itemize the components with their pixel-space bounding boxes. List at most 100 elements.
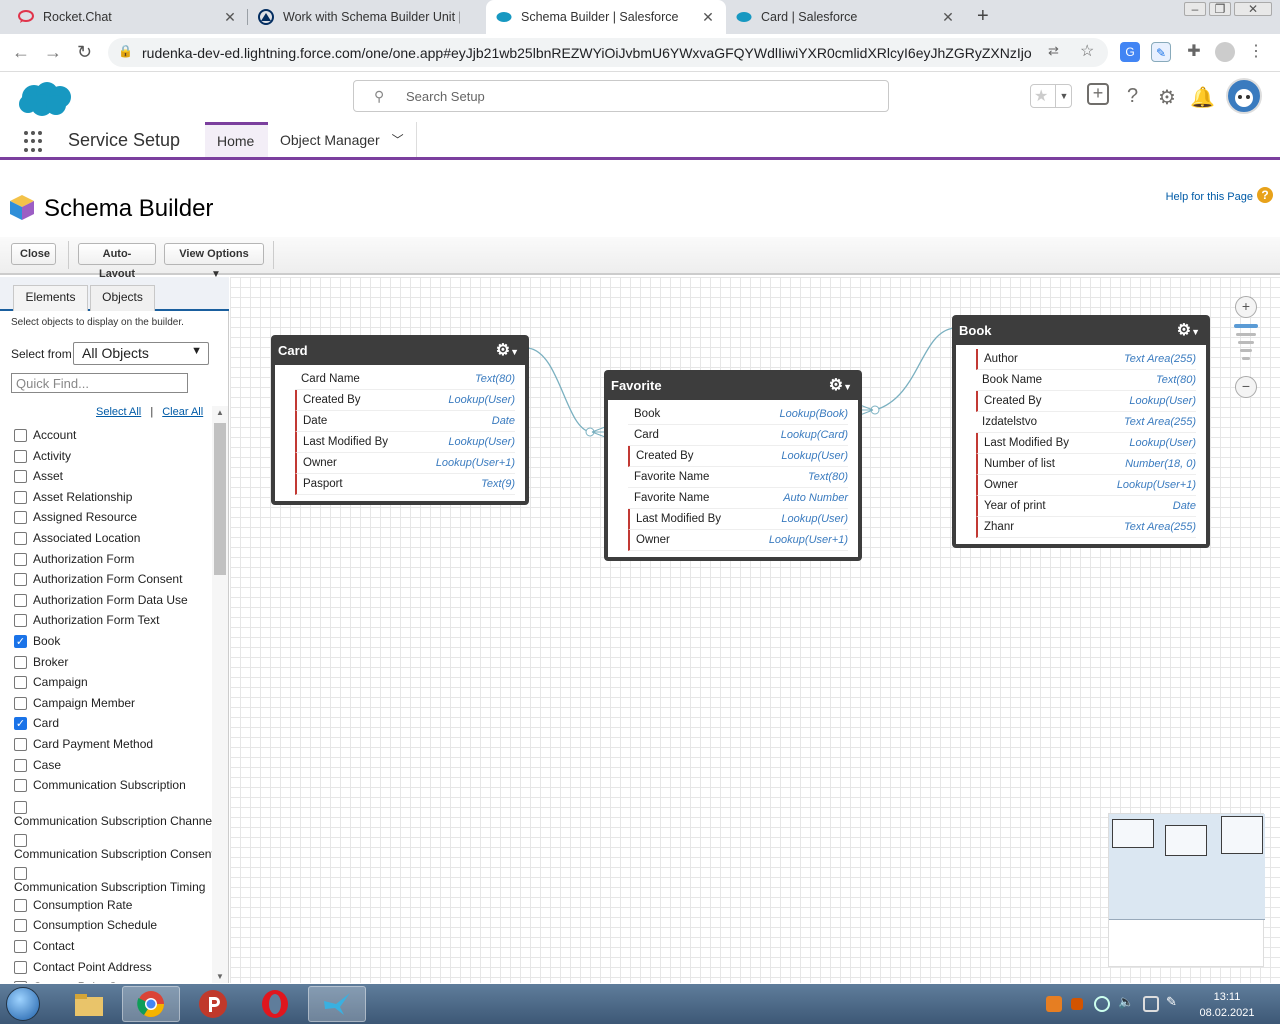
address-bar[interactable]: 🔒 rudenka-dev-ed.lightning.force.com/one… [108,38,1108,67]
browser-tab-trailhead[interactable]: Work with Schema Builder Unit | [248,0,486,34]
global-actions-plus-icon[interactable]: + [1087,83,1109,105]
tab-objects[interactable]: Objects [90,285,155,311]
tab-elements[interactable]: Elements [13,285,88,311]
browser-tab-schema-builder[interactable]: Schema Builder | Salesforce ✕ [486,0,726,34]
object-checkbox[interactable]: ✓ [14,635,27,648]
field-row[interactable]: Created By Lookup(User) [628,446,848,467]
chevron-down-icon[interactable]: ▼ [1055,85,1072,107]
object-checkbox[interactable] [14,655,27,669]
field-row[interactable]: Book Name Text(80) [976,370,1196,391]
field-row[interactable]: Number of list Number(18, 0) [976,454,1196,475]
view-options-button[interactable]: View Options ▼ [164,243,264,280]
system-clock[interactable]: 13:11 08.02.2021 [1192,989,1262,1021]
quick-find-input[interactable]: Quick Find... [11,373,188,393]
minimize-window-icon[interactable]: – [1184,2,1206,16]
object-checkbox[interactable] [14,866,27,880]
field-row[interactable]: Pasport Text(9) [295,474,515,495]
bookmark-star-icon[interactable]: ☆ [1080,41,1094,61]
windows-start-button[interactable] [6,987,40,1021]
opera-icon[interactable] [246,986,304,1022]
object-checkbox[interactable] [14,614,27,628]
chrome-icon[interactable] [122,986,180,1022]
schema-canvas[interactable]: Card ⚙▼ Card Name Text(80) Created By Looku… [230,277,1280,983]
object-checkbox[interactable] [14,738,27,751]
new-tab-button[interactable]: + [977,5,989,28]
browser-tab-rocketchat[interactable]: Rocket.Chat ✕ [8,0,248,34]
tray-app-icon[interactable] [1071,998,1083,1010]
forward-arrow-icon[interactable]: → [44,42,62,63]
setup-gear-icon[interactable]: ⚙ [1158,85,1176,110]
close-window-icon[interactable]: ✕ [1234,2,1272,16]
zoom-out-icon[interactable]: − [1235,376,1257,398]
scroll-down-arrow-icon[interactable]: ▼ [216,972,224,981]
close-tab-icon[interactable]: ✕ [940,9,956,26]
object-checkbox[interactable] [14,449,27,463]
field-row[interactable]: Created By Lookup(User) [295,390,515,411]
object-checkbox[interactable] [14,981,27,983]
object-checkbox[interactable] [14,676,27,690]
display-icon[interactable] [1143,996,1159,1012]
app-launcher-waffle-icon[interactable] [24,131,46,153]
field-row[interactable]: Last Modified By Lookup(User) [976,433,1196,454]
object-book[interactable]: Book ⚙▼ Author Text Area(255) Book Name Tex… [952,315,1210,548]
translate-icon[interactable]: ⇄ [1048,43,1059,59]
scroll-up-arrow-icon[interactable]: ▲ [216,408,224,417]
object-checkbox[interactable] [14,532,27,545]
close-tab-icon[interactable]: ✕ [222,9,238,26]
object-checkbox[interactable] [14,552,27,566]
edit-extension-icon[interactable]: ✎ [1151,42,1171,62]
zoom-in-icon[interactable]: + [1235,296,1257,318]
select-from-dropdown[interactable]: All Objects ▼ [73,342,209,365]
object-list-scrollbar[interactable]: ▲ ▼ [212,406,228,983]
scrollbar-thumb[interactable] [214,423,226,575]
close-tab-icon[interactable]: ✕ [700,9,716,26]
clear-all-link[interactable]: Clear All [162,406,203,418]
field-row[interactable]: Created By Lookup(User) [976,391,1196,412]
object-checkbox[interactable] [14,470,27,484]
object-checkbox[interactable] [14,919,27,933]
object-checkbox[interactable] [14,573,27,587]
field-row[interactable]: Favorite Name Auto Number [628,488,848,509]
more-menu-icon[interactable]: ⋮ [1246,42,1266,62]
field-row[interactable]: Zhanr Text Area(255) [976,517,1196,538]
canvas-minimap[interactable] [1108,813,1265,967]
file-explorer-icon[interactable] [60,986,118,1022]
network-icon[interactable] [1094,996,1110,1012]
object-checkbox[interactable] [14,960,27,974]
field-row[interactable]: Favorite Name Text(80) [628,467,848,488]
object-checkbox[interactable] [14,429,27,442]
gear-menu-icon[interactable]: ⚙▼ [1177,320,1200,340]
close-button[interactable]: Close [11,243,56,265]
object-card[interactable]: Card ⚙▼ Card Name Text(80) Created By Looku… [271,335,529,505]
field-row[interactable]: Owner Lookup(User+1) [628,530,848,551]
field-row[interactable]: Author Text Area(255) [976,349,1196,370]
field-row[interactable]: Card Name Text(80) [295,369,515,390]
field-row[interactable]: Year of print Date [976,496,1196,517]
chevron-down-icon[interactable]: ﹀ [392,131,404,148]
field-row[interactable]: Date Date [295,411,515,432]
gear-menu-icon[interactable]: ⚙▼ [829,375,852,395]
object-checkbox[interactable] [14,758,27,772]
zoom-slider[interactable] [1234,324,1258,372]
field-row[interactable]: Owner Lookup(User+1) [976,475,1196,496]
nav-tab-home[interactable]: Home [205,122,268,157]
profile-icon[interactable] [1215,42,1235,62]
p-app-icon[interactable] [184,986,242,1022]
object-checkbox[interactable]: ✓ [14,717,27,731]
field-row[interactable]: Last Modified By Lookup(User) [628,509,848,530]
select-all-link[interactable]: Select All [96,406,141,418]
field-row[interactable]: Card Lookup(Card) [628,425,848,446]
object-checkbox[interactable] [14,940,27,953]
extensions-puzzle-icon[interactable]: ✚ [1184,42,1204,62]
field-row[interactable]: Izdatelstvo Text Area(255) [976,412,1196,433]
google-translate-extension-icon[interactable]: G [1120,42,1140,62]
gear-menu-icon[interactable]: ⚙▼ [496,340,519,360]
nav-tab-object-manager[interactable]: Object Manager ﹀ [268,122,417,157]
object-checkbox[interactable] [14,800,27,814]
auto-layout-button[interactable]: Auto-Layout [78,243,156,280]
reload-icon[interactable]: ↻ [77,42,92,63]
object-checkbox[interactable] [14,490,27,504]
search-setup-field[interactable]: ⚲ Search Setup [353,80,889,112]
object-checkbox[interactable] [14,779,27,793]
notifications-bell-icon[interactable]: 🔔 [1190,85,1215,110]
